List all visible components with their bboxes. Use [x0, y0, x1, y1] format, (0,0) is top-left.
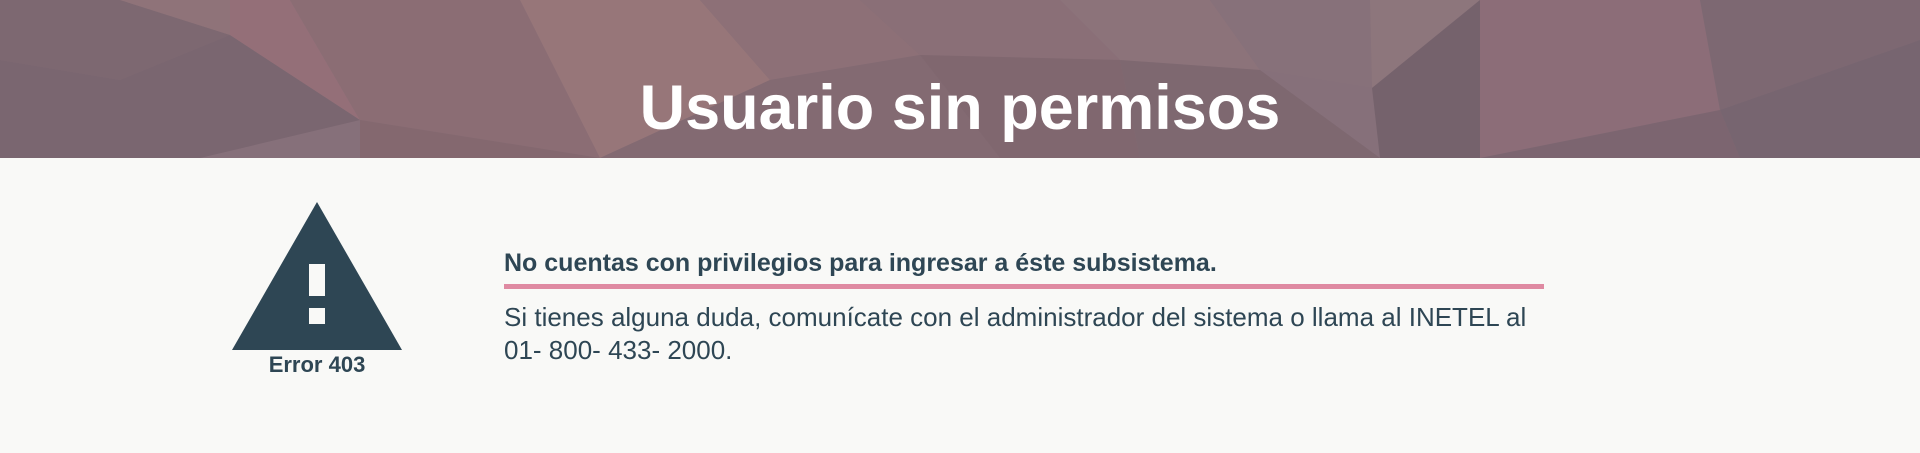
- message-block: No cuentas con privilegios para ingresar…: [504, 246, 1544, 367]
- warning-block: Error 403: [232, 202, 402, 382]
- message-body: Si tienes alguna duda, comunícate con el…: [504, 302, 1527, 365]
- accent-divider: [504, 284, 1544, 289]
- warning-triangle-icon: [232, 202, 402, 350]
- header-banner: Usuario sin permisos: [0, 0, 1920, 158]
- page-title: Usuario sin permisos: [639, 73, 1281, 143]
- error-code-label: Error 403: [268, 352, 366, 377]
- message-heading: No cuentas con privilegios para ingresar…: [504, 249, 1217, 277]
- error-page: Usuario sin permisos Error 403 No cuenta…: [0, 0, 1920, 453]
